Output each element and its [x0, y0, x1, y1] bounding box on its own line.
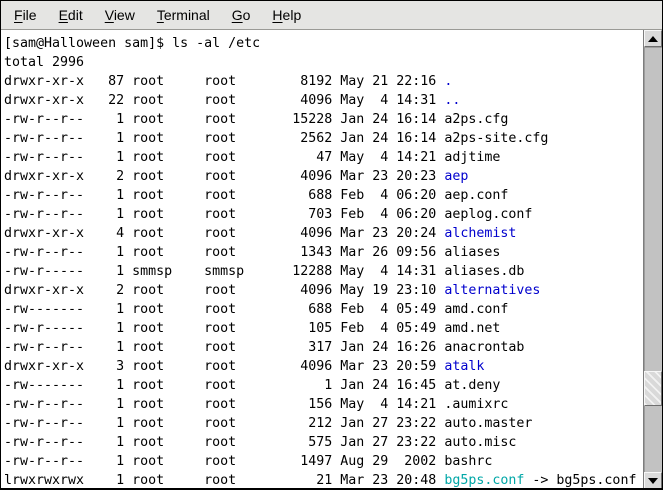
menu-bar: FileEditViewTerminalGoHelp — [1, 1, 662, 30]
file-row: -rw-r--r-- 1 root root 156 May 4 14:21 .… — [4, 395, 643, 414]
file-name: a2ps.cfg — [444, 112, 508, 127]
file-row: -rw-r----- 1 root root 105 Feb 4 05:49 a… — [4, 319, 643, 338]
file-name: a2ps-site.cfg — [444, 131, 548, 146]
file-row: -rw-r--r-- 1 root root 703 Feb 4 06:20 a… — [4, 205, 643, 224]
file-row: drwxr-xr-x 4 root root 4096 Mar 23 20:24… — [4, 224, 643, 243]
file-row: -rw-r--r-- 1 root root 212 Jan 27 23:22 … — [4, 414, 643, 433]
scroll-down-button[interactable] — [644, 472, 662, 489]
file-name: amd.conf — [444, 302, 508, 317]
file-row: -rw-r--r-- 1 root root 47 May 4 14:21 ad… — [4, 148, 643, 167]
file-name: aep.conf — [444, 188, 508, 203]
file-row: drwxr-xr-x 22 root root 4096 May 4 14:31… — [4, 91, 643, 110]
file-row: drwxr-xr-x 2 root root 4096 May 19 23:10… — [4, 281, 643, 300]
file-row: -rw-r--r-- 1 root root 688 Feb 4 06:20 a… — [4, 186, 643, 205]
file-name: alternatives — [444, 283, 540, 298]
file-row: -rw-r----- 1 smmsp smmsp 12288 May 4 14:… — [4, 262, 643, 281]
file-row: -rw------- 1 root root 688 Feb 4 05:49 a… — [4, 300, 643, 319]
file-row: lrwxrwxrwx 1 root root 21 Mar 23 20:48 b… — [4, 471, 643, 489]
file-name: aeplog.conf — [444, 207, 532, 222]
file-name: atalk — [444, 359, 484, 374]
symlink-target: -> bg5ps.conf — [524, 473, 636, 488]
file-row: -rw------- 1 root root 1 Jan 24 16:45 at… — [4, 376, 643, 395]
terminal-screen[interactable]: [sam@Halloween sam]$ ls -al /etctotal 29… — [1, 30, 643, 489]
arrow-down-icon — [648, 478, 658, 484]
file-name: aliases — [444, 245, 500, 260]
file-row: drwxr-xr-x 2 root root 4096 Mar 23 20:23… — [4, 167, 643, 186]
file-row: drwxr-xr-x 3 root root 4096 Mar 23 20:59… — [4, 357, 643, 376]
file-row: -rw-r--r-- 1 root root 1497 Aug 29 2002 … — [4, 452, 643, 471]
file-row: -rw-r--r-- 1 root root 2562 Jan 24 16:14… — [4, 129, 643, 148]
file-name: alchemist — [444, 226, 516, 241]
total-line: total 2996 — [4, 53, 643, 72]
arrow-up-icon — [648, 36, 658, 42]
file-name: adjtime — [444, 150, 500, 165]
file-row: -rw-r--r-- 1 root root 317 Jan 24 16:26 … — [4, 338, 643, 357]
terminal-window: FileEditViewTerminalGoHelp [sam@Hallowee… — [0, 0, 663, 490]
scrollbar-trough[interactable] — [644, 47, 662, 472]
terminal-output: [sam@Halloween sam]$ ls -al /etctotal 29… — [4, 34, 643, 489]
file-name: bashrc — [444, 454, 492, 469]
file-name: .aumixrc — [444, 397, 508, 412]
file-row: -rw-r--r-- 1 root root 575 Jan 27 23:22 … — [4, 433, 643, 452]
scroll-up-button[interactable] — [644, 30, 662, 47]
file-name: bg5ps.conf — [444, 473, 524, 488]
file-name: aep — [444, 169, 468, 184]
file-name: .. — [444, 93, 460, 108]
menu-item-help[interactable]: Help — [261, 7, 312, 23]
scrollbar-thumb[interactable] — [644, 371, 662, 406]
file-name: auto.master — [444, 416, 532, 431]
menu-item-edit[interactable]: Edit — [48, 7, 94, 23]
file-row: -rw-r--r-- 1 root root 1343 Mar 26 09:56… — [4, 243, 643, 262]
prompt-line: [sam@Halloween sam]$ ls -al /etc — [4, 34, 643, 53]
terminal-area: [sam@Halloween sam]$ ls -al /etctotal 29… — [1, 30, 662, 489]
menu-item-terminal[interactable]: Terminal — [146, 7, 221, 23]
file-name: anacrontab — [444, 340, 524, 355]
file-name: auto.misc — [444, 435, 516, 450]
file-name: . — [444, 74, 452, 89]
menu-item-file[interactable]: File — [3, 7, 48, 23]
scrollbar — [643, 30, 662, 489]
file-name: amd.net — [444, 321, 500, 336]
file-name: at.deny — [444, 378, 500, 393]
menu-item-go[interactable]: Go — [221, 7, 262, 23]
file-name: aliases.db — [444, 264, 524, 279]
file-row: -rw-r--r-- 1 root root 15228 Jan 24 16:1… — [4, 110, 643, 129]
menu-item-view[interactable]: View — [94, 7, 146, 23]
file-row: drwxr-xr-x 87 root root 8192 May 21 22:1… — [4, 72, 643, 91]
